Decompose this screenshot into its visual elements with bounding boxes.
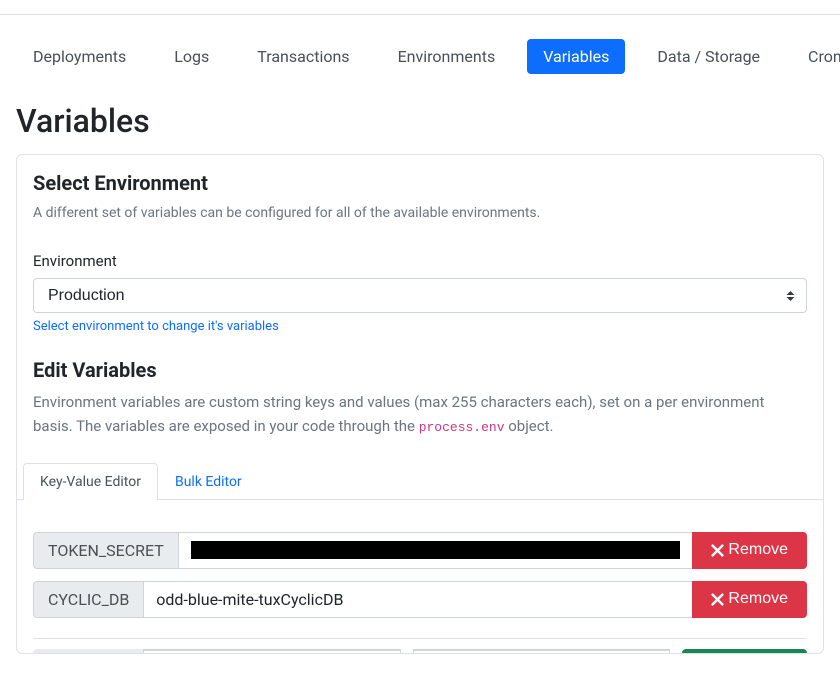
close-icon [711,593,724,606]
main-nav: Deployments Logs Transactions Environmen… [0,39,840,74]
remove-button[interactable]: Remove [692,532,807,569]
new-key-input[interactable] [33,649,143,653]
tab-cron[interactable]: Cron [792,39,840,74]
variable-value[interactable]: odd-blue-mite-tuxCyclicDB [143,581,692,618]
editor-tabs: Key-Value Editor Bulk Editor [17,463,823,500]
variable-key: TOKEN_SECRET [33,532,178,569]
tab-key-value-editor[interactable]: Key-Value Editor [23,463,158,500]
environment-helper-text: Select environment to change it's variab… [33,319,807,334]
edit-variables-description: Environment variables are custom string … [33,390,807,439]
variable-row: TOKEN_SECRET Remove [33,532,807,569]
variable-key: CYCLIC_DB [33,581,143,618]
environment-label: Environment [33,252,807,270]
select-environment-heading: Select Environment [33,171,807,195]
variables-card: Select Environment A different set of va… [16,154,824,654]
variable-row: CYCLIC_DB odd-blue-mite-tuxCyclicDB Remo… [33,581,807,618]
environment-select[interactable]: Production [33,278,807,313]
environment-select-wrapper: Production [33,278,807,313]
add-button[interactable] [682,649,807,653]
redacted-value [191,541,681,559]
process-env-code: process.env [419,420,505,435]
add-variable-row [33,649,807,653]
tab-bulk-editor[interactable]: Bulk Editor [158,463,259,500]
edit-variables-heading: Edit Variables [33,358,807,382]
tab-environments[interactable]: Environments [382,39,512,74]
tab-logs[interactable]: Logs [158,39,225,74]
remove-button[interactable]: Remove [692,581,807,618]
tab-data-storage[interactable]: Data / Storage [641,39,776,74]
new-value-input-1[interactable] [143,649,401,653]
tab-transactions[interactable]: Transactions [241,39,365,74]
tab-variables[interactable]: Variables [527,39,625,74]
new-value-input-2[interactable] [413,649,671,653]
select-environment-description: A different set of variables can be conf… [33,203,807,224]
close-icon [711,544,724,557]
variable-value[interactable] [178,532,693,569]
page-title: Variables [16,102,840,140]
tab-deployments[interactable]: Deployments [17,39,142,74]
